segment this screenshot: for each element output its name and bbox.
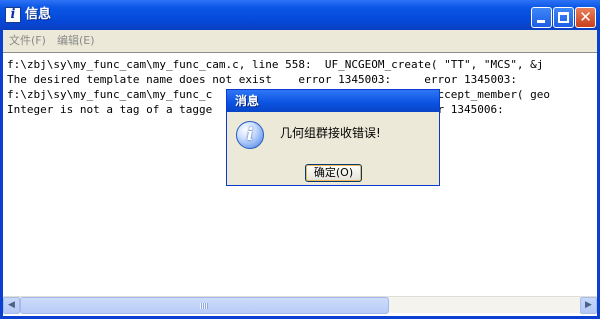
dialog-titlebar[interactable]: 消息 [227,90,439,112]
scroll-left-button[interactable]: ◀ [3,297,20,314]
scroll-right-button[interactable]: ▶ [580,297,597,314]
window-title: 信息 [25,7,52,22]
grip-icon [200,303,208,309]
info-app-icon: i [5,7,21,23]
window-titlebar[interactable]: i 信息 ✕ [0,0,600,30]
horizontal-scrollbar[interactable]: ◀ ▶ [3,296,597,314]
close-icon: ✕ [579,8,592,26]
ok-button[interactable]: 确定(O) [305,164,362,182]
arrow-left-icon: ◀ [8,300,15,310]
dialog-message: 几何组群接收错误! [280,126,381,140]
close-button[interactable]: ✕ [575,7,596,28]
log-line: The desired template name does not exist… [7,73,517,86]
information-icon: i [236,121,264,149]
menu-bar: 文件(F) 编辑(E) [3,30,597,52]
scroll-thumb[interactable] [20,297,389,314]
maximize-icon [558,12,569,23]
arrow-right-icon: ▶ [585,300,592,310]
minimize-icon [537,20,545,23]
message-dialog: 消息 i 几何组群接收错误! 确定(O) [226,89,440,186]
maximize-button[interactable] [553,7,574,28]
menu-file[interactable]: 文件(F) [9,34,46,48]
log-line: f:\zbj\sy\my_func_cam\my_func_cam.c, lin… [7,58,544,71]
dialog-title: 消息 [235,94,260,108]
menu-edit[interactable]: 编辑(E) [57,34,95,48]
minimize-button[interactable] [531,7,552,28]
